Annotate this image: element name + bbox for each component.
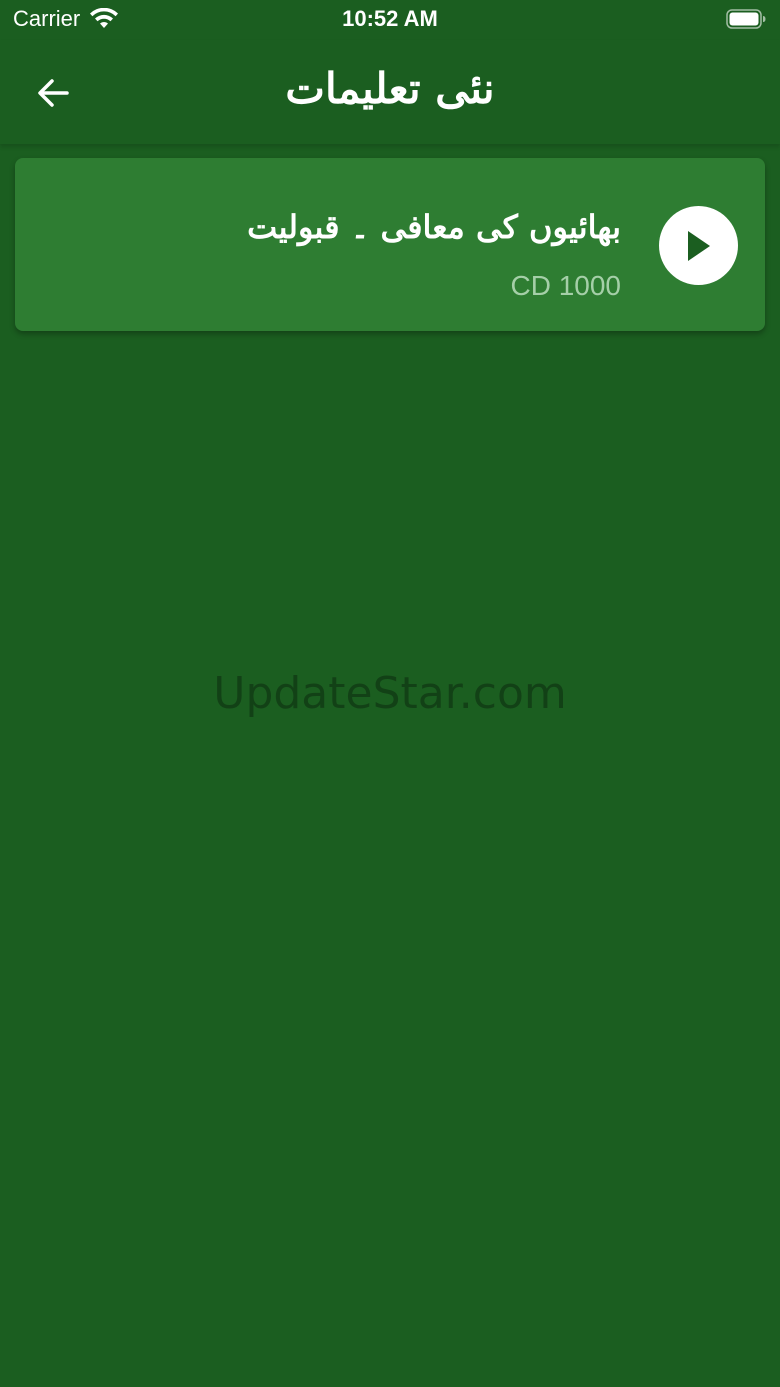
item-title: بھائیوں کی معافی ۔ قبولیت [247,208,621,246]
item-subtitle: CD 1000 [510,270,621,301]
status-time: 10:52 AM [342,6,438,31]
status-bar: Carrier 10:52 AM [0,0,780,40]
list-item[interactable]: بھائیوں کی معافی ۔ قبولیت CD 1000 [15,158,765,331]
play-icon [687,230,710,261]
page-title: نئی تعلیمات [285,64,495,113]
app-bar: نئی تعلیمات [0,40,780,144]
battery-icon [726,9,766,29]
play-button[interactable] [659,206,738,285]
watermark: UpdateStar.com [213,668,567,719]
